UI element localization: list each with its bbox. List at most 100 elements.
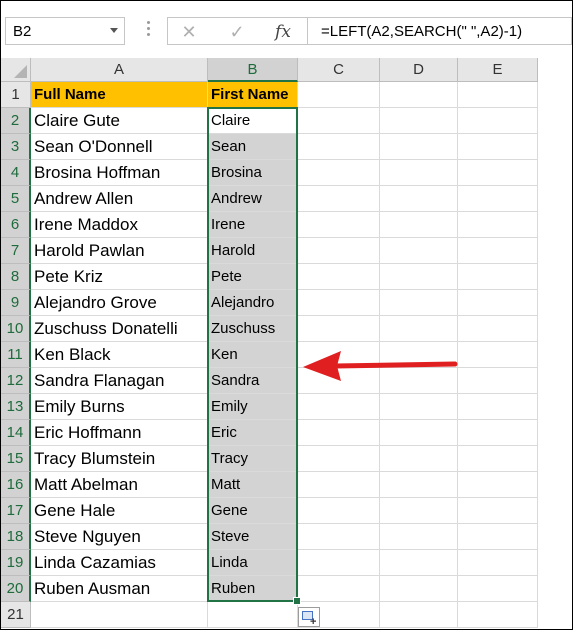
cell-e14[interactable]	[458, 420, 538, 446]
insert-function-icon[interactable]: fx	[266, 18, 300, 46]
row-header[interactable]: 1	[1, 82, 31, 108]
cell-e5[interactable]	[458, 186, 538, 212]
cell-e13[interactable]	[458, 394, 538, 420]
row-header[interactable]: 17	[1, 498, 31, 524]
row-header[interactable]: 16	[1, 472, 31, 498]
cell-d16[interactable]	[380, 472, 458, 498]
quick-analysis-icon[interactable]: +	[298, 607, 320, 628]
cell-b15[interactable]: Tracy	[208, 446, 298, 472]
cell-e9[interactable]	[458, 290, 538, 316]
cell-b5[interactable]: Andrew	[208, 186, 298, 212]
row-header[interactable]: 10	[1, 316, 31, 342]
cell-a2[interactable]: Claire Gute	[31, 108, 208, 134]
cell-d18[interactable]	[380, 524, 458, 550]
cell-d13[interactable]	[380, 394, 458, 420]
row-header[interactable]: 8	[1, 264, 31, 290]
cell-c18[interactable]	[298, 524, 380, 550]
cell-b9[interactable]: Alejandro	[208, 290, 298, 316]
column-header-b[interactable]: B	[208, 58, 298, 82]
cell-b8[interactable]: Pete	[208, 264, 298, 290]
cell-e7[interactable]	[458, 238, 538, 264]
cell-d14[interactable]	[380, 420, 458, 446]
cell-d7[interactable]	[380, 238, 458, 264]
column-header-d[interactable]: D	[380, 58, 458, 82]
cell-b18[interactable]: Steve	[208, 524, 298, 550]
cell-a20[interactable]: Ruben Ausman	[31, 576, 208, 602]
cell-b19[interactable]: Linda	[208, 550, 298, 576]
cell-e18[interactable]	[458, 524, 538, 550]
row-header[interactable]: 3	[1, 134, 31, 160]
column-header-c[interactable]: C	[298, 58, 380, 82]
cell-a3[interactable]: Sean O'Donnell	[31, 134, 208, 160]
cell-d1[interactable]	[380, 82, 458, 108]
cell-e16[interactable]	[458, 472, 538, 498]
cell-a18[interactable]: Steve Nguyen	[31, 524, 208, 550]
cell-a11[interactable]: Ken Black	[31, 342, 208, 368]
cell-c10[interactable]	[298, 316, 380, 342]
cell-e11[interactable]	[458, 342, 538, 368]
cell-a10[interactable]: Zuschuss Donatelli	[31, 316, 208, 342]
cell-a15[interactable]: Tracy Blumstein	[31, 446, 208, 472]
fill-handle[interactable]	[293, 597, 301, 605]
cell-b6[interactable]: Irene	[208, 212, 298, 238]
cell-c15[interactable]	[298, 446, 380, 472]
cell-b14[interactable]: Eric	[208, 420, 298, 446]
cancel-icon[interactable]: ✕	[172, 18, 206, 46]
cell-d3[interactable]	[380, 134, 458, 160]
cell-a8[interactable]: Pete Kriz	[31, 264, 208, 290]
cell-c17[interactable]	[298, 498, 380, 524]
cell-a4[interactable]: Brosina Hoffman	[31, 160, 208, 186]
row-header[interactable]: 13	[1, 394, 31, 420]
name-box[interactable]: B2	[5, 17, 125, 45]
row-header[interactable]: 11	[1, 342, 31, 368]
cell-b13[interactable]: Emily	[208, 394, 298, 420]
row-header[interactable]: 4	[1, 160, 31, 186]
cell-e8[interactable]	[458, 264, 538, 290]
cell-a12[interactable]: Sandra Flanagan	[31, 368, 208, 394]
cell-c7[interactable]	[298, 238, 380, 264]
cell-c4[interactable]	[298, 160, 380, 186]
cell-e12[interactable]	[458, 368, 538, 394]
cell-d19[interactable]	[380, 550, 458, 576]
cell-e2[interactable]	[458, 108, 538, 134]
cell-d21[interactable]	[380, 602, 458, 628]
cell-b21[interactable]	[208, 602, 298, 628]
chevron-down-icon[interactable]	[110, 28, 118, 33]
cell-c5[interactable]	[298, 186, 380, 212]
cell-a9[interactable]: Alejandro Grove	[31, 290, 208, 316]
cell-b20[interactable]: Ruben	[208, 576, 298, 602]
cell-e19[interactable]	[458, 550, 538, 576]
cell-e17[interactable]	[458, 498, 538, 524]
row-header[interactable]: 5	[1, 186, 31, 212]
cell-a21[interactable]	[31, 602, 208, 628]
row-header[interactable]: 2	[1, 108, 31, 134]
column-header-a[interactable]: A	[31, 58, 208, 82]
cell-d5[interactable]	[380, 186, 458, 212]
cell-a16[interactable]: Matt Abelman	[31, 472, 208, 498]
cell-e21[interactable]	[458, 602, 538, 628]
cell-a13[interactable]: Emily Burns	[31, 394, 208, 420]
cell-a5[interactable]: Andrew Allen	[31, 186, 208, 212]
cell-e10[interactable]	[458, 316, 538, 342]
cell-b12[interactable]: Sandra	[208, 368, 298, 394]
cell-d2[interactable]	[380, 108, 458, 134]
row-header[interactable]: 20	[1, 576, 31, 602]
cell-a7[interactable]: Harold Pawlan	[31, 238, 208, 264]
cell-b11[interactable]: Ken	[208, 342, 298, 368]
cell-e4[interactable]	[458, 160, 538, 186]
row-header[interactable]: 7	[1, 238, 31, 264]
formula-input[interactable]: =LEFT(A2,SEARCH(" ",A2)-1)	[307, 17, 572, 45]
cell-c1[interactable]	[298, 82, 380, 108]
cell-b4[interactable]: Brosina	[208, 160, 298, 186]
cell-d20[interactable]	[380, 576, 458, 602]
cell-c16[interactable]	[298, 472, 380, 498]
cell-d17[interactable]	[380, 498, 458, 524]
cell-c20[interactable]	[298, 576, 380, 602]
cell-c19[interactable]	[298, 550, 380, 576]
row-header[interactable]: 21	[1, 602, 31, 628]
column-header-e[interactable]: E	[458, 58, 538, 82]
cell-c2[interactable]	[298, 108, 380, 134]
cell-a19[interactable]: Linda Cazamias	[31, 550, 208, 576]
select-all-button[interactable]	[1, 58, 31, 82]
cell-d9[interactable]	[380, 290, 458, 316]
